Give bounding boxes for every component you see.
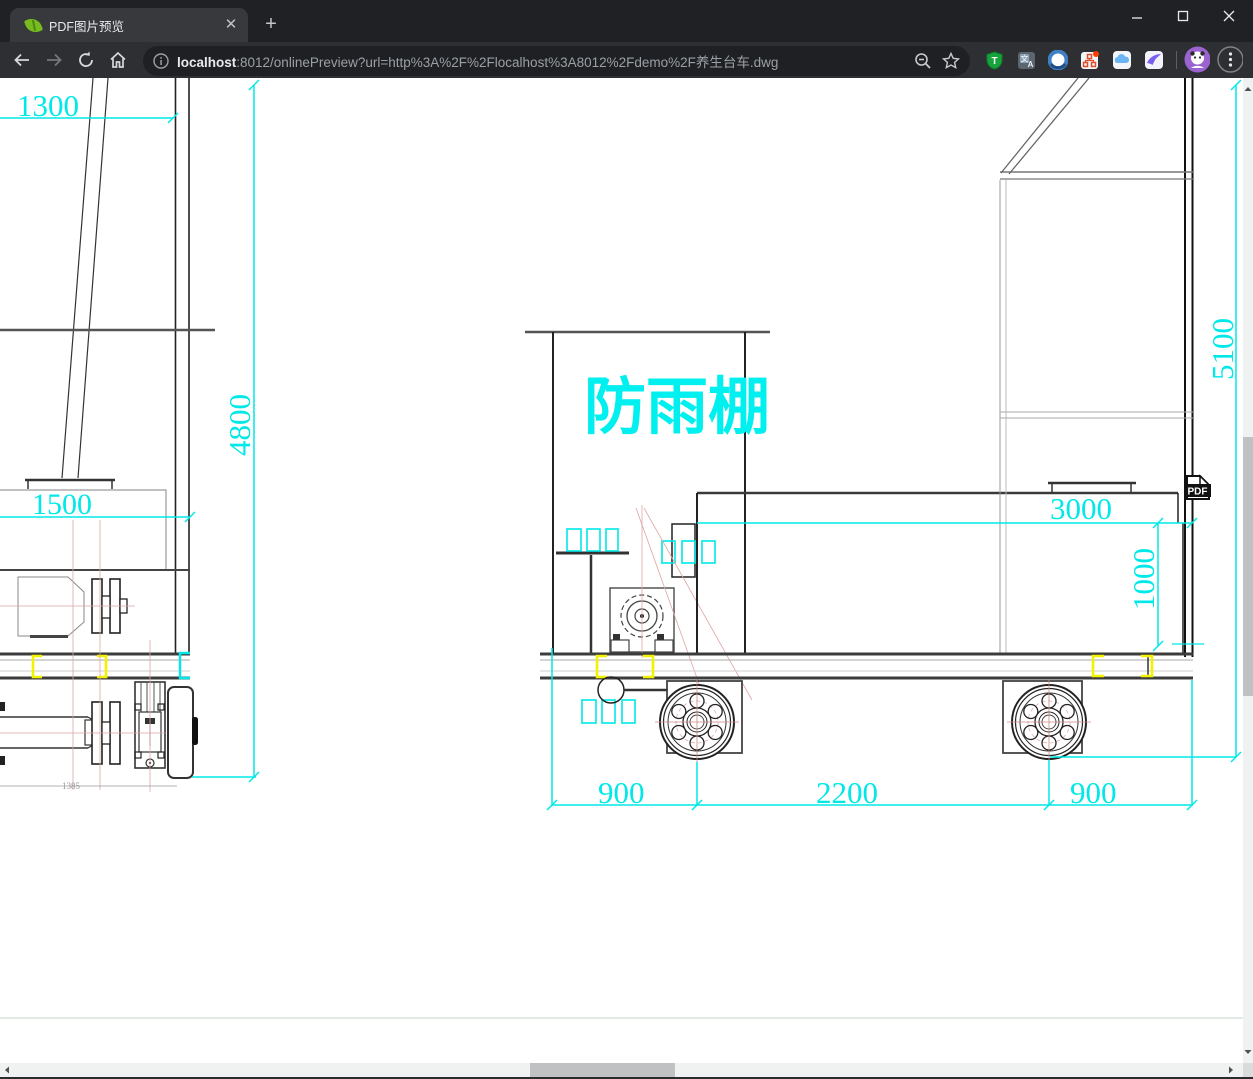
scroll-up-arrow-icon[interactable]	[1243, 84, 1253, 94]
main-rail	[540, 652, 1193, 680]
url-rest: :8012/onlinePreview?url=http%3A%2F%2Floc…	[236, 55, 779, 70]
address-bar[interactable]: localhost:8012/onlinePreview?url=http%3A…	[143, 46, 970, 76]
red-badge-extension-icon[interactable]	[1077, 47, 1103, 73]
reload-icon	[79, 51, 93, 67]
reload-button[interactable]	[72, 46, 100, 74]
wheel-right	[1007, 680, 1091, 764]
dim-1000: 1000	[1126, 548, 1161, 610]
scroll-left-arrow-icon[interactable]	[2, 1063, 12, 1077]
profile-avatar[interactable]	[1184, 46, 1210, 72]
svg-text:A: A	[1027, 60, 1033, 69]
browser-toolbar: localhost:8012/onlinePreview?url=http%3A…	[0, 42, 1253, 79]
home-button[interactable]	[104, 46, 132, 74]
canopy-label: 防雨棚	[584, 373, 770, 442]
scroll-right-arrow-icon[interactable]	[1226, 1063, 1236, 1077]
vertical-scroll-thumb[interactable]	[1243, 437, 1253, 696]
ocean-circle-extension-icon[interactable]	[1045, 47, 1071, 73]
cloud-extension-icon[interactable]	[1109, 47, 1135, 73]
dim-4800: 4800	[222, 394, 257, 456]
pdf-badge-text: PDF	[1188, 487, 1208, 498]
dim-1300: 1300	[17, 88, 79, 123]
tab-close-icon[interactable]: ✕	[222, 16, 240, 34]
horizontal-scrollbar[interactable]	[0, 1063, 1253, 1077]
dim-1500: 1500	[32, 488, 92, 521]
dim-900-right: 900	[1070, 775, 1117, 810]
info-icon	[153, 53, 169, 69]
browser-window: PDF图片预览 ✕ + localhost:8012/onlinePreview…	[0, 0, 1253, 1079]
left-view-axle-assembly	[0, 681, 198, 779]
left-view-structure	[0, 78, 215, 654]
new-tab-button[interactable]: +	[258, 12, 284, 38]
minimize-button[interactable]	[1114, 0, 1160, 32]
cad-drawing: 1300 1500 4800 1385 防雨棚 3000 1000 5100 9…	[0, 78, 1243, 1019]
translate-extension-icon[interactable]: 文A	[1013, 47, 1039, 73]
horizontal-scroll-thumb[interactable]	[530, 1063, 675, 1077]
window-close-button[interactable]	[1206, 0, 1252, 32]
tab-pdf-preview[interactable]: PDF图片预览 ✕	[10, 8, 248, 42]
dim-2200: 2200	[816, 775, 878, 810]
left-view-rail	[0, 651, 190, 680]
url-text: localhost:8012/onlinePreview?url=http%3A…	[177, 51, 904, 71]
right-structure	[1000, 78, 1194, 657]
three-dot-menu-button[interactable]	[1217, 45, 1243, 73]
three-dot-menu-icon	[1217, 45, 1243, 73]
toolbar-separator	[1176, 51, 1177, 69]
scrollbar-corner	[1243, 1063, 1253, 1077]
dim-1385: 1385	[62, 781, 81, 791]
maximize-icon	[1177, 10, 1189, 22]
scroll-down-arrow-icon[interactable]	[1243, 1047, 1253, 1057]
home-icon	[110, 51, 126, 68]
dim-3000: 3000	[1050, 491, 1112, 526]
back-button[interactable]	[8, 46, 36, 74]
dim-5100: 5100	[1205, 318, 1240, 380]
star-outline-icon[interactable]	[942, 52, 960, 70]
main-dimensions	[546, 79, 1242, 811]
shield-extension-icon[interactable]: T	[981, 47, 1007, 73]
vertical-scrollbar[interactable]	[1243, 78, 1253, 1063]
bird-extension-icon[interactable]	[1141, 47, 1167, 73]
pdf-preview-page: 1300 1500 4800 1385 防雨棚 3000 1000 5100 9…	[0, 78, 1243, 1063]
close-icon	[1223, 10, 1235, 22]
svg-text:T: T	[991, 56, 997, 67]
dim-900-left: 900	[598, 775, 645, 810]
back-arrow-icon	[14, 53, 29, 67]
url-host: localhost	[177, 55, 237, 70]
minimize-icon	[1132, 17, 1142, 19]
pdf-file-icon: PDF	[1184, 474, 1211, 500]
tab-bar: PDF图片预览 ✕ +	[0, 0, 1253, 42]
maximize-button[interactable]	[1160, 0, 1206, 32]
left-view-dimensions	[0, 79, 260, 787]
tab-title: PDF图片预览	[49, 19, 125, 34]
forward-button[interactable]	[40, 46, 68, 74]
forward-arrow-icon	[47, 53, 62, 67]
zoom-out-magnifier-icon[interactable]	[914, 52, 932, 70]
spring-leaf-icon	[23, 15, 44, 35]
